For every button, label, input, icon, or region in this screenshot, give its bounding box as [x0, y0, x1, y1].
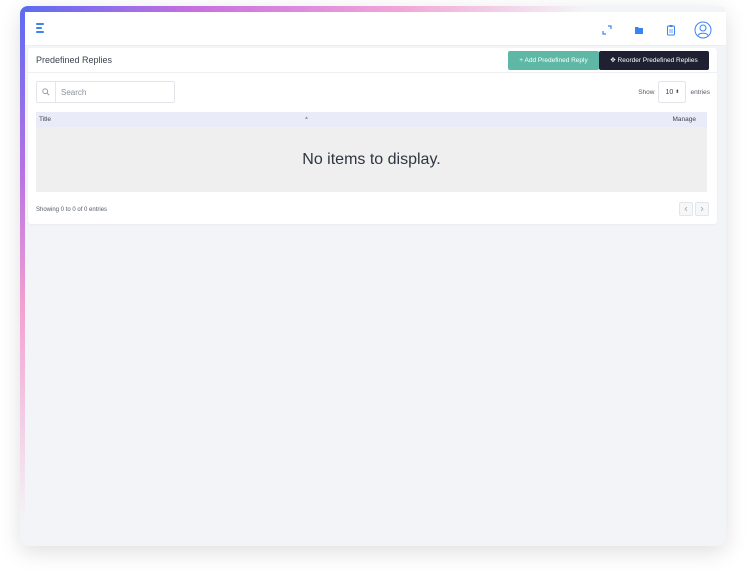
page-title: Predefined Replies [36, 55, 113, 65]
search-icon [37, 82, 56, 102]
user-avatar-icon[interactable] [694, 21, 712, 39]
empty-message-text: No items to display. [302, 150, 441, 168]
reorder-button-label: Reorder Predefined Replies [617, 57, 698, 64]
show-label: Show [638, 88, 655, 96]
entries-select-value: 10 [665, 88, 674, 96]
column-header-title[interactable]: Title [39, 116, 51, 123]
folder-icon[interactable] [630, 21, 648, 39]
table-info: Showing 0 to 0 of 0 entries [36, 207, 108, 213]
pagination [677, 202, 709, 216]
add-predefined-reply-button[interactable]: + Add Predefined Reply [508, 51, 599, 70]
chevron-right-icon [700, 206, 704, 212]
column-header-manage[interactable]: Manage [673, 116, 697, 123]
move-icon: ✥ [610, 57, 616, 64]
empty-table-message: No items to display. [36, 127, 707, 192]
top-navbar [25, 12, 726, 46]
search-box [36, 81, 175, 103]
top-icons [584, 20, 712, 40]
predefined-replies-card: Predefined Replies + Add Predefined Repl… [28, 48, 717, 224]
select-caret-icon: ⬍ [675, 89, 680, 95]
entries-length-control: Show 10 ⬍ entries [638, 81, 710, 103]
next-page-button[interactable] [695, 202, 709, 216]
left-gradient-bar [20, 6, 25, 546]
menu-icon[interactable] [36, 23, 48, 34]
previous-page-button[interactable] [679, 202, 693, 216]
table-header: Title ▲ Manage [36, 112, 707, 127]
clipboard-icon[interactable] [662, 21, 680, 39]
card-header: Predefined Replies + Add Predefined Repl… [28, 48, 717, 73]
search-input[interactable] [61, 85, 171, 99]
chevron-left-icon [684, 206, 688, 212]
expand-icon[interactable] [598, 21, 616, 39]
sort-indicator-icon: ▲ [304, 115, 309, 121]
entries-select[interactable]: 10 ⬍ [658, 81, 687, 103]
entries-label: entries [690, 88, 710, 96]
reorder-predefined-replies-button[interactable]: ✥ Reorder Predefined Replies [599, 51, 709, 70]
